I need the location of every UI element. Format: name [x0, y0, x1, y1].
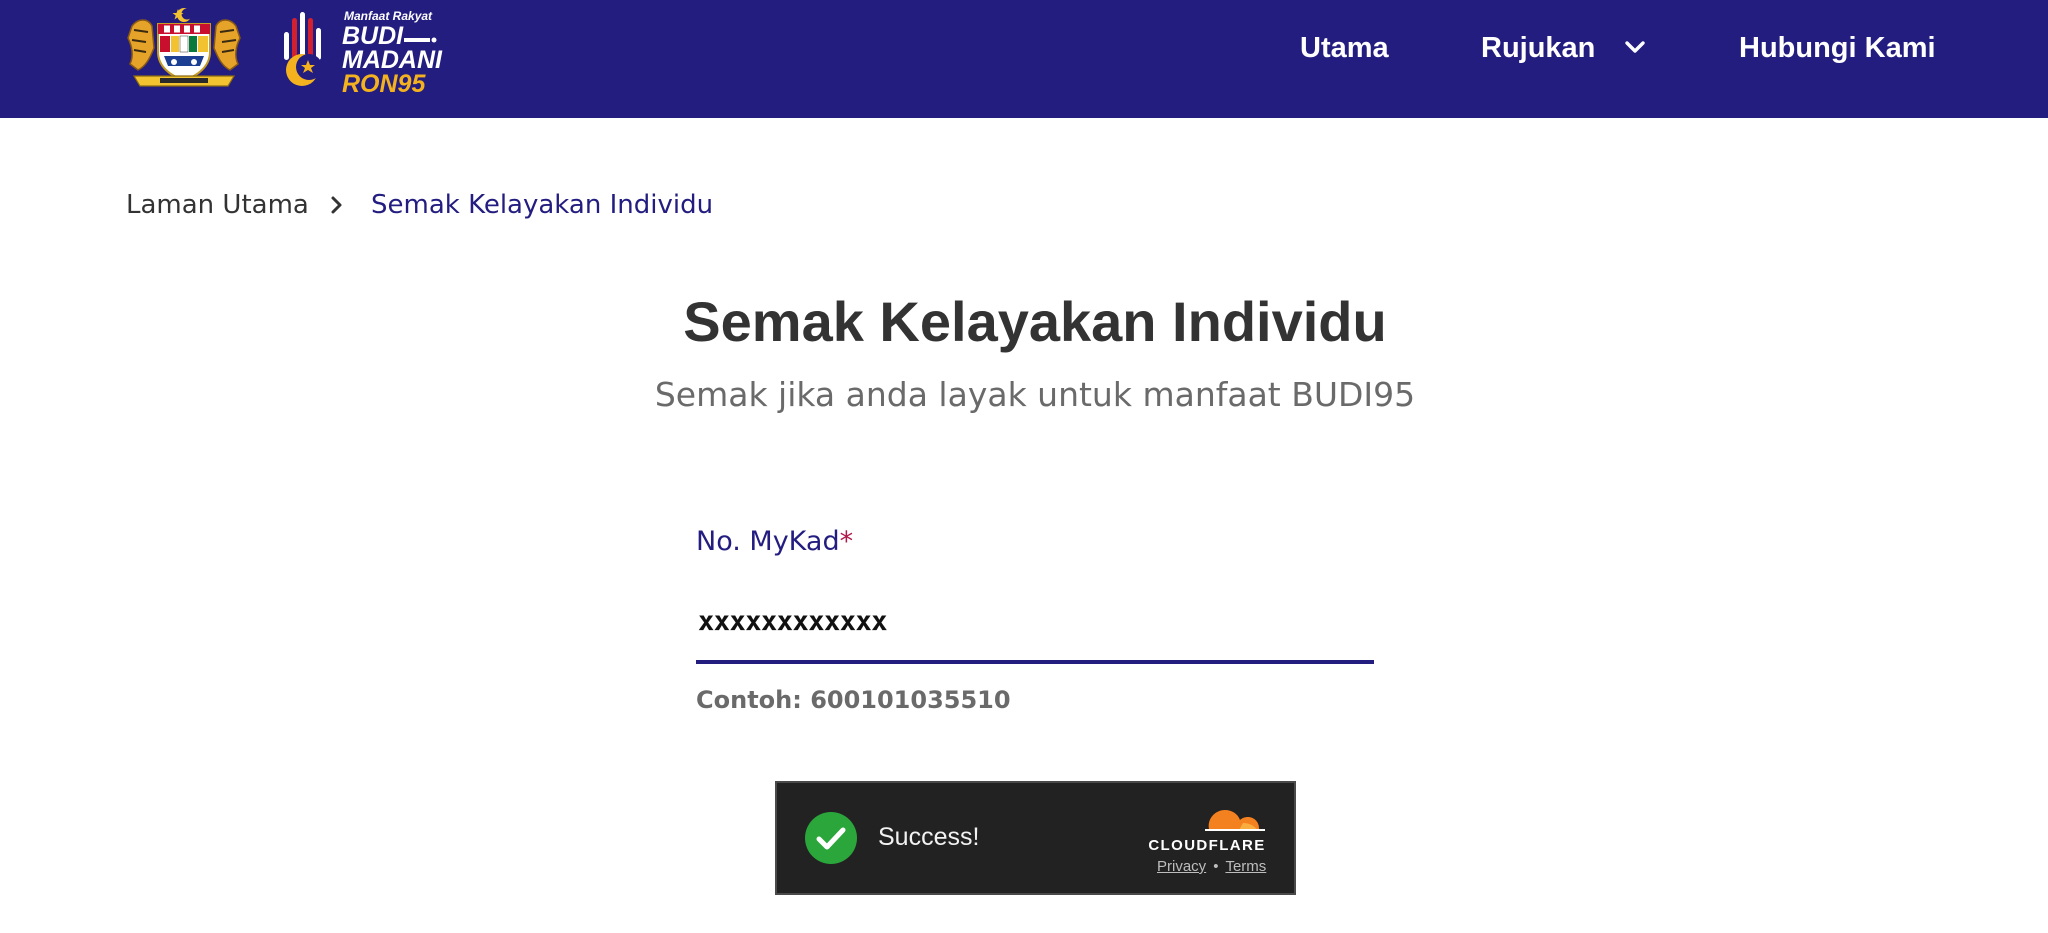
coat-of-arms-logo[interactable] [124, 6, 244, 92]
cloudflare-captcha-widget[interactable]: Success! CLOUDFLARE Privacy • Terms [775, 781, 1296, 895]
captcha-footer-links: Privacy • Terms [1157, 857, 1266, 877]
mykad-input[interactable] [696, 592, 1374, 664]
mykad-label-text: No. MyKad [696, 526, 840, 557]
breadcrumb-home-link[interactable]: Laman Utama [126, 188, 309, 222]
page-subtitle: Semak jika anda layak untuk manfaat BUDI… [654, 375, 1416, 414]
budi-madani-ron95-logo[interactable]: Manfaat Rakyat BUDI MADANI RON95 [278, 6, 464, 94]
top-navbar: Manfaat Rakyat BUDI MADANI RON95 Utama R… [0, 0, 2048, 118]
mykad-example-hint: Contoh: 600101035510 [696, 686, 1011, 714]
captcha-status-text: Success! [878, 823, 980, 851]
nav-link-rujukan[interactable]: Rujukan [1481, 30, 1595, 66]
required-asterisk: * [839, 526, 854, 557]
cloudflare-wordmark: CLOUDFLARE [1148, 837, 1265, 854]
nav-link-utama[interactable]: Utama [1300, 30, 1389, 66]
logo-tagline: Manfaat Rakyat [344, 9, 433, 23]
chevron-right-icon [331, 196, 342, 214]
logo-word-ron95: RON95 [342, 70, 426, 94]
mykad-field-label: No. MyKad* [696, 524, 853, 560]
checkmark-icon [805, 812, 857, 864]
cloudflare-logo[interactable]: CLOUDFLARE [1141, 801, 1273, 855]
chevron-down-icon[interactable] [1618, 33, 1652, 63]
page-title: Semak Kelayakan Individu [683, 290, 1387, 353]
nav-link-hubungi-kami[interactable]: Hubungi Kami [1739, 30, 1936, 66]
link-separator: • [1213, 858, 1219, 875]
privacy-link[interactable]: Privacy [1157, 858, 1206, 875]
terms-link[interactable]: Terms [1225, 858, 1266, 875]
breadcrumb-current: Semak Kelayakan Individu [371, 190, 714, 220]
